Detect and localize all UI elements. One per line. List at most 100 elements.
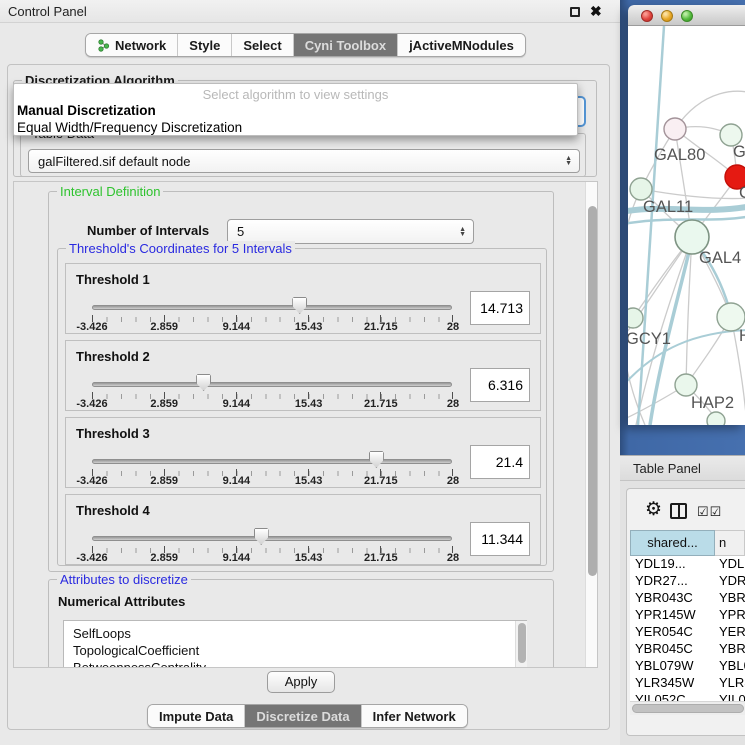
table-header-name[interactable]: n (715, 530, 745, 556)
threshold-value-input[interactable] (470, 368, 530, 402)
node-gal80[interactable] (664, 118, 686, 140)
gear-icon[interactable]: ⚙ (645, 500, 662, 519)
table-row[interactable]: YBL079WYBL0 (630, 658, 745, 675)
table-cell[interactable]: YBR043C (630, 590, 715, 607)
column-layout-icon[interactable] (670, 503, 687, 519)
attributes-list-scrollbar[interactable] (515, 621, 527, 668)
tick-label: 28 (447, 321, 459, 333)
slider-thumb[interactable] (369, 451, 384, 468)
table-header-shared[interactable]: shared... (630, 530, 715, 556)
node-hap2[interactable] (675, 374, 697, 396)
table-cell[interactable]: YBR0 (715, 641, 745, 658)
dropdown-placeholder-item[interactable]: Select algorithm to view settings (14, 87, 577, 102)
dropdown-option-equal-width[interactable]: Equal Width/Frequency Discretization (17, 120, 242, 135)
tab-discretize-data[interactable]: Discretize Data (245, 705, 361, 727)
attribute-list-item[interactable]: BetweennessCentrality (64, 659, 526, 668)
thresholds-group-label: Threshold's Coordinates for 5 Intervals (66, 241, 295, 256)
threshold-label: Threshold 1 (76, 272, 150, 287)
node-table: shared... n YDL19...YDL1YDR27...YDR2YBR0… (630, 530, 745, 703)
settings-scrollpane: Interval Definition Number of Intervals … (13, 181, 598, 668)
node-gal11[interactable] (630, 178, 652, 200)
tab-cyni-toolbox[interactable]: Cyni Toolbox (294, 34, 398, 56)
close-panel-icon[interactable]: ✖ (590, 3, 602, 20)
tick-label: 15.43 (295, 475, 323, 487)
interval-definition-label: Interval Definition (57, 184, 163, 199)
table-panel-title: Table Panel (633, 461, 701, 476)
table-row[interactable]: YLR345WYLR3 (630, 675, 745, 692)
node-label: GAL80 (654, 146, 705, 164)
slider-thumb[interactable] (196, 374, 211, 391)
float-panel-icon[interactable] (570, 7, 580, 17)
table-horizontal-scrollbar[interactable] (630, 701, 745, 715)
table-data-group: Table Data galFiltered.sif default node … (20, 133, 586, 177)
table-cell[interactable]: YBR045C (630, 641, 715, 658)
table-row[interactable]: YDL19...YDL1 (630, 556, 745, 573)
network-view-window: GAL80 GA C GAL11 GAL4 GCY1 H HAP2 (628, 5, 745, 425)
network-canvas[interactable]: GAL80 GA C GAL11 GAL4 GCY1 H HAP2 (628, 26, 745, 425)
node-label: GCY1 (628, 330, 671, 348)
tick-label: -3.426 (76, 398, 107, 410)
number-of-intervals-label: Number of Intervals (87, 223, 209, 238)
node-label: GAL4 (699, 249, 741, 267)
tick-label: 15.43 (295, 552, 323, 564)
settings-vertical-scrollbar[interactable] (585, 182, 598, 668)
tick-label: -3.426 (76, 552, 107, 564)
apply-button[interactable]: Apply (267, 671, 335, 693)
tab-infer-network[interactable]: Infer Network (362, 705, 467, 727)
table-row[interactable]: YPR145WYPR1 (630, 607, 745, 624)
table-cell[interactable]: YPR145W (630, 607, 715, 624)
table-cell[interactable]: YBL0 (715, 658, 745, 675)
slider-track[interactable] (92, 536, 452, 541)
minimize-window-icon[interactable] (661, 10, 673, 22)
table-row[interactable]: YBR045CYBR0 (630, 641, 745, 658)
node-bottom-partial[interactable] (707, 412, 725, 425)
slider-track[interactable] (92, 382, 452, 387)
tab-impute-data[interactable]: Impute Data (148, 705, 245, 727)
scrollbar-thumb[interactable] (518, 623, 526, 663)
table-row[interactable]: YBR043CYBR0 (630, 590, 745, 607)
table-cell[interactable]: YBL079W (630, 658, 715, 675)
tab-network[interactable]: Network (86, 34, 178, 56)
tab-jactivemnodules[interactable]: jActiveMNodules (398, 34, 525, 56)
tick-label: -3.426 (76, 321, 107, 333)
close-window-icon[interactable] (641, 10, 653, 22)
scrollbar-thumb[interactable] (588, 206, 597, 576)
slider-track[interactable] (92, 305, 452, 310)
table-cell[interactable]: YLR3 (715, 675, 745, 692)
tab-select[interactable]: Select (232, 34, 293, 56)
threshold-value-input[interactable] (470, 522, 530, 556)
table-cell[interactable]: YPR1 (715, 607, 745, 624)
zoom-window-icon[interactable] (681, 10, 693, 22)
table-data-combobox[interactable]: galFiltered.sif default node ▲▼ (28, 149, 580, 173)
threshold-value-input[interactable] (470, 445, 530, 479)
table-cell[interactable]: YBR0 (715, 590, 745, 607)
tick-label: 28 (447, 475, 459, 487)
table-cell[interactable]: YER0 (715, 624, 745, 641)
threshold-label: Threshold 2 (76, 349, 150, 364)
table-cell[interactable]: YLR345W (630, 675, 715, 692)
tab-style[interactable]: Style (178, 34, 232, 56)
node-gcy1[interactable] (628, 308, 643, 328)
table-cell[interactable]: YER054C (630, 624, 715, 641)
table-row[interactable]: YDR27...YDR2 (630, 573, 745, 590)
attribute-list-item[interactable]: TopologicalCoefficient (64, 642, 526, 659)
slider-track[interactable] (92, 459, 452, 464)
slider-thumb[interactable] (254, 528, 269, 545)
dropdown-option-manual-discretization[interactable]: Manual Discretization (17, 103, 156, 118)
select-columns-icon[interactable]: ☑☑ (697, 504, 722, 520)
table-cell[interactable]: YDR2 (715, 573, 745, 590)
table-row[interactable]: YER054CYER0 (630, 624, 745, 641)
numerical-attributes-label: Numerical Attributes (58, 594, 185, 609)
tick-label: -3.426 (76, 475, 107, 487)
tick-label: 2.859 (150, 398, 178, 410)
tick-label: 28 (447, 552, 459, 564)
table-data-combo-value: galFiltered.sif default node (38, 154, 190, 169)
slider-thumb[interactable] (292, 297, 307, 314)
attribute-list-item[interactable]: SelfLoops (64, 625, 526, 642)
table-cell[interactable]: YDL19... (630, 556, 715, 573)
scrollbar-thumb[interactable] (632, 704, 744, 713)
table-cell[interactable]: YDL1 (715, 556, 745, 573)
threshold-value-input[interactable] (470, 291, 530, 325)
table-cell[interactable]: YDR27... (630, 573, 715, 590)
tick-label: 15.43 (295, 321, 323, 333)
